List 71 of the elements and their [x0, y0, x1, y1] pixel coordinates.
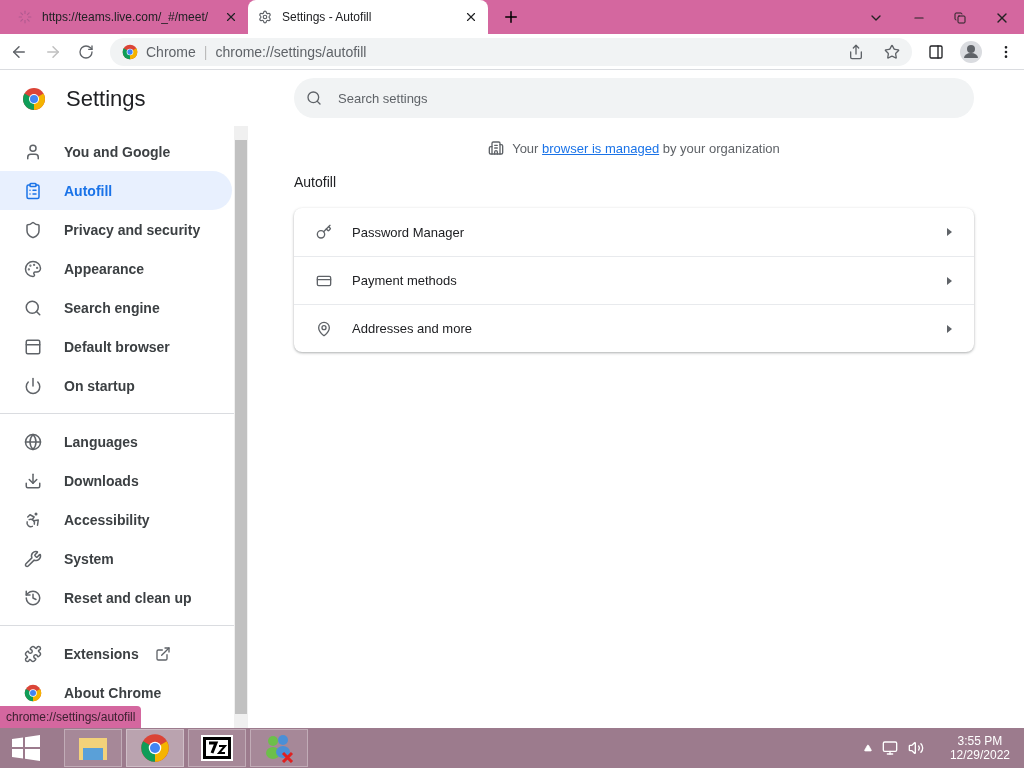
browser-tab[interactable]: Settings - Autofill [248, 0, 488, 34]
arrow-icon [947, 228, 952, 236]
settings-icon [258, 10, 272, 24]
scrollbar[interactable] [234, 126, 248, 728]
chrome-logo-icon [140, 733, 170, 763]
search-field[interactable]: Search settings [294, 78, 974, 118]
profile-icon[interactable] [960, 40, 982, 63]
row-icon [316, 320, 332, 337]
clock-date: 12/29/2022 [949, 748, 1010, 762]
nav-icon [24, 376, 42, 395]
nav-icon [24, 220, 42, 239]
managed-notice: Your browser is managed by your organization [512, 140, 780, 156]
sidebar-item[interactable]: Autofill [0, 171, 232, 210]
nav-icon [24, 644, 42, 663]
taskbar-app[interactable] [188, 729, 246, 767]
share-icon[interactable] [848, 43, 864, 60]
people-icon [263, 733, 295, 763]
nav-icon [24, 588, 42, 607]
status-tooltip: chrome://settings/autofill [0, 706, 142, 728]
sidebar-item[interactable]: You and Google [0, 132, 232, 171]
external-link-icon [154, 645, 171, 662]
sidebar-item[interactable]: Privacy and security [0, 210, 232, 249]
managed-link[interactable]: browser is managed [542, 140, 660, 156]
sidebar-item[interactable]: Appearance [0, 249, 232, 288]
browser-tab[interactable]: https://teams.live.com/_#/meet/ [8, 2, 248, 32]
chrome-logo-icon [24, 683, 42, 702]
address-bar[interactable]: Chrome | chrome://settings/autofill [110, 37, 912, 66]
nav-icon [24, 471, 42, 490]
bookmark-star-icon[interactable] [884, 43, 900, 60]
loading-icon [18, 10, 32, 24]
nav-icon [24, 432, 42, 451]
row-icon [316, 224, 332, 240]
separator: | [203, 43, 208, 60]
sidebar-item[interactable]: Extensions [0, 634, 232, 673]
sidebar-item[interactable]: On startup [0, 366, 232, 405]
new-tab-icon[interactable] [502, 8, 520, 26]
arrow-icon [947, 276, 952, 285]
settings-row[interactable]: Addresses and more [294, 304, 974, 352]
sidebar-item[interactable]: Accessibility [0, 500, 232, 539]
sidebar-item[interactable]: Default browser [0, 327, 232, 366]
reload-icon[interactable] [78, 43, 94, 60]
close-icon[interactable] [464, 10, 478, 24]
nav-icon [24, 181, 42, 200]
volume-icon[interactable] [907, 740, 924, 756]
page-title: Settings [66, 86, 146, 112]
building-icon [488, 140, 505, 156]
nav-icon [24, 549, 42, 568]
nav-icon [24, 142, 42, 161]
sidebar-item[interactable]: Search engine [0, 288, 232, 327]
nav-icon [24, 298, 42, 317]
settings-row[interactable]: Password Manager [294, 208, 974, 256]
windows-start-icon[interactable] [12, 735, 40, 761]
tray-expand-icon[interactable] [863, 744, 872, 752]
nav-icon [24, 337, 42, 356]
arrow-icon [947, 324, 952, 333]
archive-icon [201, 735, 233, 761]
sidebar-item[interactable]: System [0, 539, 232, 578]
network-icon[interactable] [881, 740, 898, 756]
site-icon [122, 43, 138, 60]
settings-row[interactable]: Payment methods [294, 256, 974, 304]
nav-icon [24, 259, 42, 278]
section-title: Autofill [294, 174, 338, 190]
clock-time: 3:55 PM [957, 734, 1003, 748]
search-icon [306, 90, 322, 106]
sidebar-item[interactable]: Reset and clean up [0, 578, 232, 617]
sidebar-item[interactable]: Languages [0, 422, 232, 461]
chrome-logo-icon [22, 87, 46, 111]
nav-icon [24, 510, 42, 529]
sidebar-item[interactable]: Downloads [0, 461, 232, 500]
restore-icon[interactable] [954, 12, 966, 24]
side-panel-icon[interactable] [928, 43, 944, 60]
